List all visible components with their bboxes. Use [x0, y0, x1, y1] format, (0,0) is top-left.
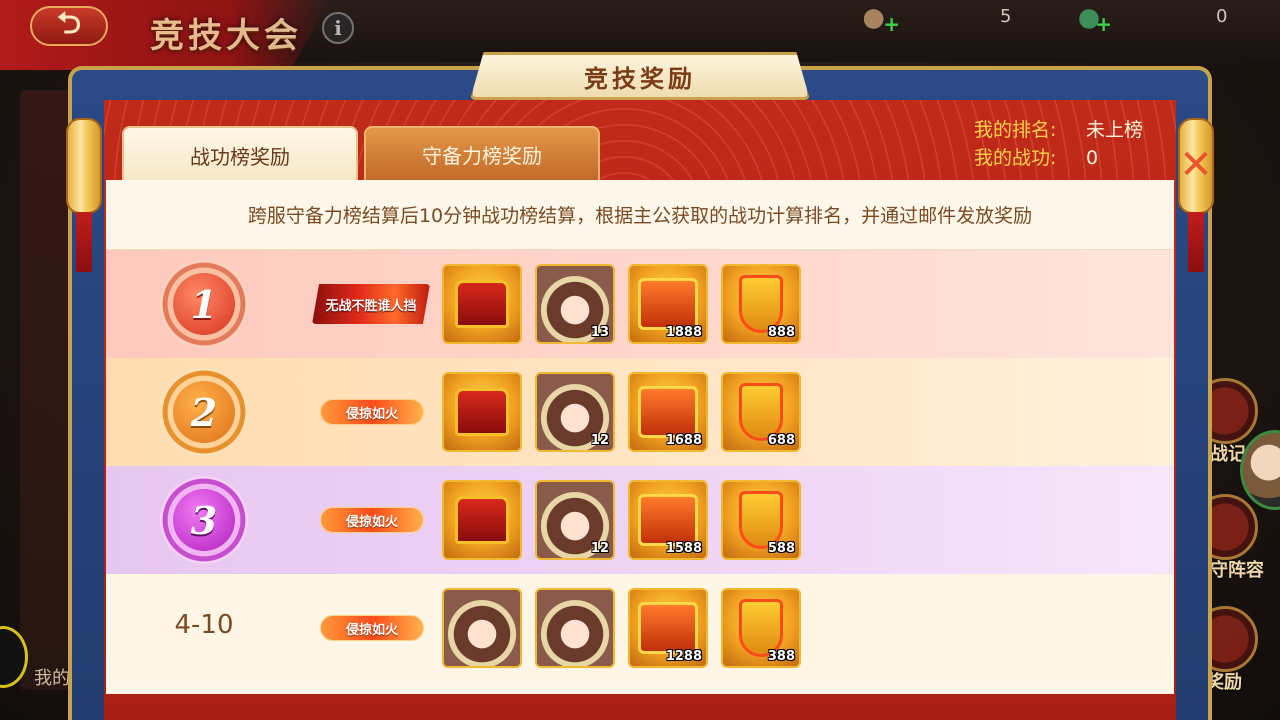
- tab-defense-rewards[interactable]: 守备力榜奖励: [364, 126, 600, 180]
- reward-item-token[interactable]: 688: [721, 372, 801, 452]
- reward-item-gift-box[interactable]: 1688: [628, 372, 708, 452]
- resource-2-value: 0: [1216, 6, 1228, 27]
- reward-item-hero[interactable]: 12: [535, 480, 615, 560]
- gift-box-icon: [638, 386, 698, 438]
- resource-1-value: 5: [1000, 6, 1012, 27]
- rank-2-medal-icon: 2: [160, 368, 248, 456]
- item-quantity: 588: [767, 541, 795, 556]
- resource-1[interactable]: +: [860, 6, 900, 36]
- item-quantity: 1888: [665, 325, 702, 340]
- hero-portrait-icon: [537, 590, 613, 666]
- item-quantity: 688: [767, 433, 795, 448]
- item-quantity: 1288: [665, 649, 702, 664]
- title-badge[interactable]: 侵掠如火: [320, 399, 424, 425]
- reward-item-token[interactable]: 888: [721, 264, 801, 344]
- tab-merit-rewards[interactable]: 战功榜奖励: [122, 126, 358, 182]
- rank-1-medal-icon: 1: [160, 260, 248, 348]
- my-info: 我的排名: 未上榜 我的战功: 0: [974, 116, 1143, 172]
- modal-title: 竞技奖励: [584, 64, 696, 93]
- gift-box-icon: [638, 602, 698, 654]
- reward-row-rank-2: 2 侵掠如火 12 1688 688: [106, 358, 1174, 466]
- reward-item-treasure-chest[interactable]: [442, 480, 522, 560]
- rank-number: 3: [173, 489, 235, 551]
- reward-item-token[interactable]: 388: [721, 588, 801, 668]
- reward-item-hero[interactable]: 12: [535, 372, 615, 452]
- title-badge[interactable]: 侵掠如火: [320, 507, 424, 533]
- gift-box-icon: [638, 278, 698, 330]
- modal-title-plate: 竞技奖励: [470, 52, 810, 100]
- close-button[interactable]: ✕: [1176, 122, 1216, 208]
- item-quantity: 888: [767, 325, 795, 340]
- reward-item-token[interactable]: 588: [721, 480, 801, 560]
- title-badge[interactable]: 无战不胜谁人挡: [312, 284, 430, 324]
- screen-title: 竞技大会: [150, 16, 302, 56]
- reward-row-rank-4-10: 4-10 侵掠如火 1288 388: [106, 574, 1174, 682]
- reward-row-rank-1: 1 无战不胜谁人挡 13 1888 888: [106, 250, 1174, 358]
- hero-portrait-icon: [444, 590, 520, 666]
- reward-row-rank-3: 3 侵掠如火 12 1588 588: [106, 466, 1174, 574]
- lantern-left-icon: [66, 118, 102, 272]
- my-merit-value: 0: [1086, 147, 1099, 169]
- reward-item-gift-box[interactable]: 1288: [628, 588, 708, 668]
- reward-item-treasure-chest[interactable]: [442, 264, 522, 344]
- item-quantity: 1688: [665, 433, 702, 448]
- reward-panel: 跨服守备力榜结算后10分钟战功榜结算，根据主公获取的战功计算排名，并通过邮件发放…: [106, 180, 1174, 694]
- left-bottom-label: 我的: [34, 668, 70, 689]
- item-quantity: 12: [590, 541, 609, 556]
- item-quantity: 388: [767, 649, 795, 664]
- rank-number: 2: [173, 381, 235, 443]
- my-merit-label: 我的战功:: [974, 147, 1057, 169]
- title-badge[interactable]: 侵掠如火: [320, 615, 424, 641]
- notice-text: 跨服守备力榜结算后10分钟战功榜结算，根据主公获取的战功计算排名，并通过邮件发放…: [106, 180, 1174, 250]
- my-rank-label: 我的排名:: [974, 119, 1057, 141]
- treasure-chest-icon: [455, 496, 509, 544]
- reward-item-treasure-chest[interactable]: [442, 372, 522, 452]
- reward-item-hero[interactable]: [442, 588, 522, 668]
- item-quantity: 12: [590, 433, 609, 448]
- gift-box-icon: [638, 494, 698, 546]
- rank-range-text: 4-10: [174, 610, 234, 640]
- resource-1-icon: +: [860, 6, 900, 36]
- reward-item-gift-box[interactable]: 1888: [628, 264, 708, 344]
- info-icon[interactable]: i: [322, 12, 354, 44]
- treasure-chest-icon: [455, 280, 509, 328]
- resource-2[interactable]: +: [1072, 6, 1112, 36]
- rank-number: 1: [173, 273, 235, 335]
- back-button[interactable]: ⮌: [30, 6, 108, 46]
- treasure-chest-icon: [455, 388, 509, 436]
- item-quantity: 1588: [665, 541, 702, 556]
- item-quantity: 13: [590, 325, 609, 340]
- rank-3-medal-icon: 3: [160, 476, 248, 564]
- reward-item-hero[interactable]: [535, 588, 615, 668]
- reward-item-hero[interactable]: 13: [535, 264, 615, 344]
- my-rank-value: 未上榜: [1086, 119, 1144, 141]
- reward-item-gift-box[interactable]: 1588: [628, 480, 708, 560]
- resource-2-icon: +: [1072, 6, 1112, 36]
